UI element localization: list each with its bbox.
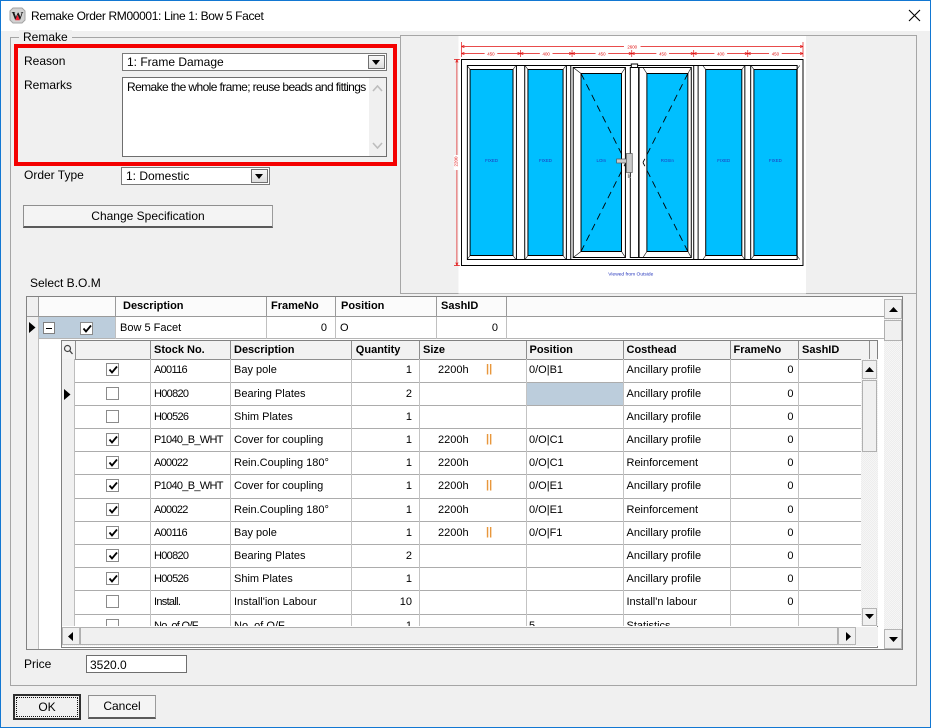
svg-text:FIXED: FIXED xyxy=(769,158,782,163)
svg-text:FIXED: FIXED xyxy=(717,158,730,163)
svg-text:FIXED: FIXED xyxy=(485,158,498,163)
svg-text:2600: 2600 xyxy=(627,44,637,49)
svg-text:Viewed from Outside: Viewed from Outside xyxy=(608,271,653,277)
svg-text:450: 450 xyxy=(772,51,780,56)
svg-text:400: 400 xyxy=(717,51,725,56)
svg-text:450: 450 xyxy=(487,51,495,56)
svg-text:FIXED: FIXED xyxy=(539,158,552,163)
svg-text:450: 450 xyxy=(659,51,667,56)
svg-text:450: 450 xyxy=(598,51,606,56)
svg-text:ROSIn: ROSIn xyxy=(661,158,675,163)
svg-text:400: 400 xyxy=(543,51,551,56)
svg-text:LOIn: LOIn xyxy=(597,158,607,163)
svg-text:2200: 2200 xyxy=(453,156,458,167)
